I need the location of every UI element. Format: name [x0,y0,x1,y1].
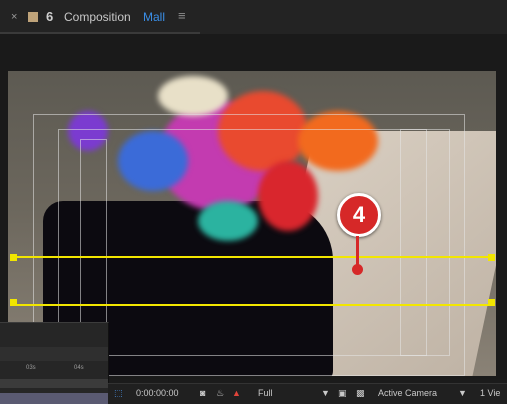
guide-frame [80,139,107,341]
show-snapshot-icon[interactable]: ♨ [216,388,224,399]
channel-icon[interactable]: ▲ [232,388,241,398]
sculpture-blob [158,76,228,116]
toggle-transparency-grid-icon[interactable]: ▣ [338,388,347,399]
snapshot-icon[interactable]: ◙ [200,388,205,398]
guide-frame [58,129,450,356]
dropdown-icon[interactable]: ▼ [321,388,330,398]
tab-label[interactable]: Composition [64,10,131,24]
layer-selection-box[interactable] [13,256,491,306]
guide-frame [400,129,427,356]
panel-menu-icon[interactable]: ≡ [178,8,186,23]
timeline-layer-bar[interactable] [0,393,108,404]
selection-handle[interactable] [488,299,495,306]
region-of-interest-icon[interactable]: ⬚ [114,388,123,399]
callout-leader-line [356,236,359,266]
callout-anchor-dot [352,264,363,275]
timeline-ruler[interactable] [0,347,108,361]
composition-tab-bar: × 6 Composition Mall ≡ [0,0,507,35]
timeline-track[interactable] [0,379,108,388]
time-tick: 04s [74,365,84,371]
selection-handle[interactable] [10,254,17,261]
dropdown-icon[interactable]: ▼ [458,388,467,398]
callout-badge: 4 [337,193,381,237]
resolution-select[interactable]: Full [258,388,273,398]
camera-select[interactable]: Active Camera [378,388,437,398]
view-layout-select[interactable]: 1 Vie [480,388,500,398]
selection-handle[interactable] [10,299,17,306]
mask-icon[interactable]: ▩ [356,388,365,399]
close-icon[interactable]: × [11,11,17,23]
current-time[interactable]: 0:00:00:00 [136,388,179,398]
lock-icon[interactable]: 6 [46,9,53,24]
composition-name[interactable]: Mall [143,10,165,24]
viewer-toolbar: ⬚ 0:00:00:00 ◙ ♨ ▲ Full ▼ ▣ ▩ Active Cam… [108,383,507,404]
time-tick: 03s [26,365,36,371]
color-swatch-icon[interactable] [28,12,38,22]
timeline-panel[interactable]: 03s 04s [0,322,109,404]
selection-handle[interactable] [488,254,495,261]
